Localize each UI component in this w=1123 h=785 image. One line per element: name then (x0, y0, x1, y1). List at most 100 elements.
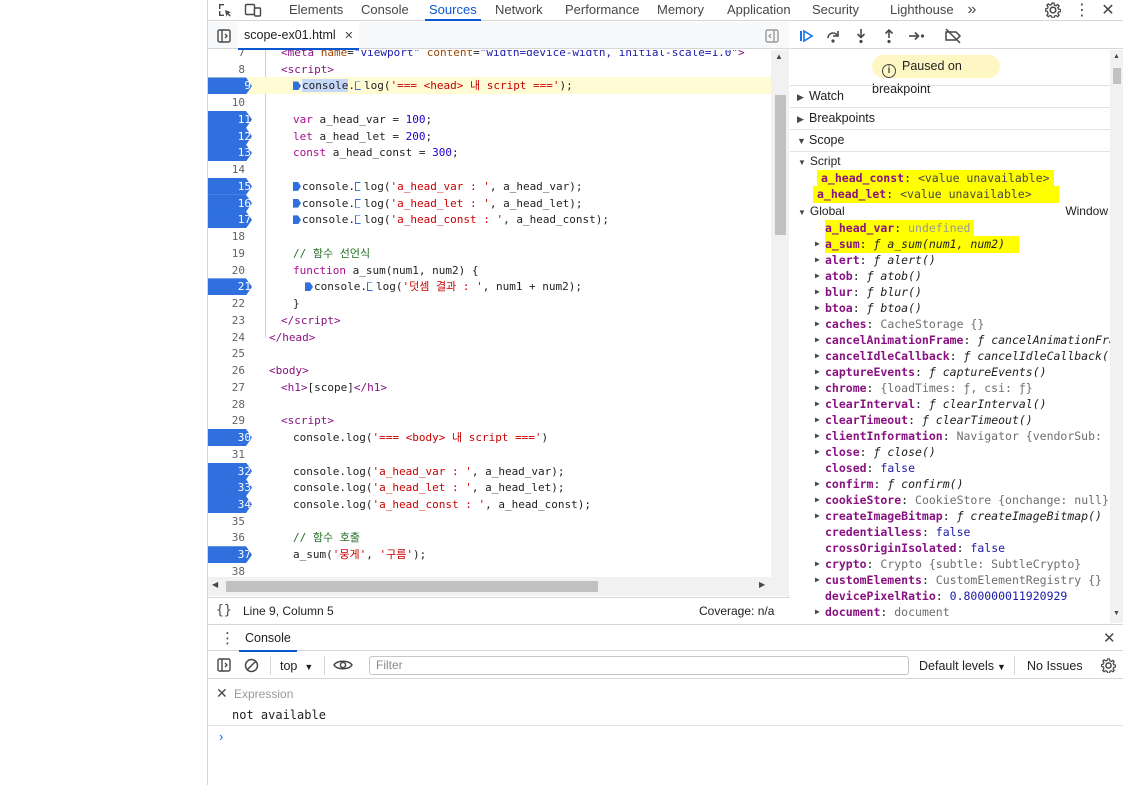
file-tab[interactable]: scope-ex01.html ✕ (238, 22, 360, 50)
code-line[interactable]: 10 (208, 94, 771, 111)
breakpoint-marker[interactable]: 15 (208, 177, 252, 195)
scroll-up-arrow-icon[interactable]: ▲ (1113, 53, 1120, 60)
more-tabs-icon[interactable]: » (963, 1, 981, 19)
breakpoint-marker[interactable]: 32 (208, 462, 252, 480)
breakpoint-marker[interactable]: 37 (208, 546, 252, 564)
context-selector[interactable]: top ▼ (280, 657, 313, 675)
issues-counter[interactable]: No Issues (1027, 657, 1083, 675)
toggle-navigator-icon[interactable] (216, 28, 232, 44)
line-number[interactable]: 14 (208, 161, 246, 178)
code-line[interactable]: 15 console. log('a_head_var : ', a_head_va… (208, 177, 771, 195)
tab-console[interactable]: Console (361, 1, 409, 20)
close-drawer-icon[interactable]: ✕ (1103, 629, 1116, 647)
chevron-right-icon[interactable]: ▶ (815, 476, 820, 492)
console-sidebar-icon[interactable] (216, 657, 232, 673)
chevron-right-icon[interactable]: ▶ (815, 316, 820, 332)
inspect-element-icon[interactable] (216, 2, 234, 18)
editor-horizontal-scroll-thumb[interactable] (226, 581, 598, 592)
code-line[interactable]: 29 <script> (208, 412, 771, 429)
step-over-icon[interactable] (823, 26, 843, 46)
chevron-right-icon[interactable]: ▶ (815, 572, 820, 588)
scope-variable-close[interactable]: ▶ close: ƒ close() (815, 444, 936, 460)
code-line[interactable]: 7 <meta name="viewport" content="width=de… (208, 50, 771, 61)
tab-performance[interactable]: Performance (565, 1, 639, 20)
line-number[interactable]: 31 (208, 446, 246, 463)
console-settings-gear-icon[interactable] (1100, 657, 1116, 673)
scope-variable-closed[interactable]: closed: false (825, 460, 915, 476)
chevron-right-icon[interactable]: ▶ (815, 236, 820, 252)
tab-memory[interactable]: Memory (657, 1, 704, 20)
code-line[interactable]: 24 </head> (208, 329, 771, 346)
chevron-right-icon[interactable]: ▶ (815, 604, 820, 620)
code-line[interactable]: 37 a_sum('뭉게', '구름'); (208, 546, 771, 564)
console-drawer-tab[interactable]: Console (239, 625, 297, 652)
code-line[interactable]: 34 console.log('a_head_const : ', a_head_… (208, 495, 771, 513)
device-toolbar-icon[interactable] (244, 2, 262, 18)
line-number[interactable]: 23 (208, 312, 246, 329)
tab-application[interactable]: Application (727, 1, 791, 20)
scope-variable-btoa[interactable]: ▶ btoa: ƒ btoa() (815, 300, 922, 316)
code-line[interactable]: 31 (208, 446, 771, 463)
scope-variable-a_head_let[interactable]: a_head_let: <value unavailable> (813, 186, 1059, 203)
chevron-right-icon[interactable]: ▶ (815, 252, 820, 268)
sidebar-scrollbar[interactable]: ▲ ▼ (1110, 50, 1123, 623)
scope-variable-cancelIdleCallback[interactable]: ▶ cancelIdleCallback: ƒ cancelIdleCallbac… (815, 348, 1109, 364)
chevron-right-icon[interactable]: ▶ (815, 300, 820, 316)
settings-gear-icon[interactable] (1044, 1, 1062, 19)
code-line[interactable]: 12 let a_head_let = 200; (208, 127, 771, 145)
code-line[interactable]: 27 <h1>[scope]</h1> (208, 379, 771, 396)
remove-expression-icon[interactable]: ✕ (216, 685, 228, 702)
scroll-down-arrow-icon[interactable]: ▼ (1113, 610, 1120, 617)
line-number[interactable]: 24 (208, 329, 246, 346)
chevron-right-icon[interactable]: ▶ (815, 412, 820, 428)
code-line[interactable]: 8 <script> (208, 61, 771, 78)
pretty-print-icon[interactable]: {} (216, 603, 232, 618)
code-line[interactable]: 13 const a_head_const = 300; (208, 144, 771, 162)
scope-variable-caches[interactable]: ▶ caches: CacheStorage {} (815, 316, 984, 332)
breakpoints-section-header[interactable]: ▶ Breakpoints (797, 109, 875, 127)
line-number[interactable]: 29 (208, 412, 246, 429)
scope-variable-clientInformation[interactable]: ▶ clientInformation: Navigator {vendorSub… (815, 428, 1123, 444)
tab-elements[interactable]: Elements (289, 1, 343, 20)
code-line[interactable]: 25 (208, 345, 771, 362)
code-line[interactable]: 18 (208, 228, 771, 245)
code-line[interactable]: 26 <body> (208, 362, 771, 379)
chevron-right-icon[interactable]: ▶ (815, 428, 820, 444)
chevron-right-icon[interactable]: ▶ (815, 364, 820, 380)
scope-variable-atob[interactable]: ▶ atob: ƒ atob() (815, 268, 922, 284)
code-line[interactable]: 22} (208, 295, 771, 312)
scope-variable-clearInterval[interactable]: ▶ clearInterval: ƒ clearInterval() (815, 396, 1047, 412)
tab-network[interactable]: Network (495, 1, 543, 20)
toggle-debugger-sidebar-icon[interactable] (764, 28, 780, 44)
scroll-up-arrow-icon[interactable]: ▲ (775, 52, 783, 61)
resume-icon[interactable] (796, 26, 816, 46)
watch-section-header[interactable]: ▶ Watch (797, 87, 844, 105)
scope-variable-clearTimeout[interactable]: ▶ clearTimeout: ƒ clearTimeout() (815, 412, 1033, 428)
scope-variable-document[interactable]: ▶ document: document (815, 604, 950, 620)
editor-vertical-scrollbar[interactable]: ▲ (771, 50, 789, 596)
line-number[interactable]: 10 (208, 94, 246, 111)
breakpoint-marker[interactable]: 13 (208, 144, 252, 162)
scope-variable-cookieStore[interactable]: ▶ cookieStore: CookieStore {onchange: nul… (815, 492, 1109, 508)
scope-variable-confirm[interactable]: ▶ confirm: ƒ confirm() (815, 476, 964, 492)
tab-security[interactable]: Security (812, 1, 859, 20)
step-out-icon[interactable] (879, 26, 899, 46)
editor-horizontal-scrollbar[interactable]: ◀ ▶ (208, 577, 771, 596)
line-number[interactable]: 25 (208, 345, 246, 362)
code-line[interactable]: 14 (208, 161, 771, 178)
chevron-right-icon[interactable]: ▶ (815, 348, 820, 364)
scope-variable-chrome[interactable]: ▶ chrome: {loadTimes: ƒ, csi: ƒ} (815, 380, 1033, 396)
live-expression-eye-icon[interactable] (333, 657, 353, 673)
code-line[interactable]: 19 // 함수 선언식 (208, 245, 771, 262)
code-line[interactable]: 20 function a_sum(num1, num2) { (208, 262, 771, 279)
scope-variable-crossOriginIsolated[interactable]: crossOriginIsolated: false (825, 540, 1005, 556)
code-line[interactable]: 35 (208, 513, 771, 530)
scope-variable-a_head_const[interactable]: a_head_const: <value unavailable> (817, 170, 1054, 187)
scroll-right-arrow-icon[interactable]: ▶ (759, 580, 765, 589)
breakpoint-marker[interactable]: 34 (208, 495, 252, 513)
global-scope-header[interactable]: ▼ Global Window (798, 203, 1110, 219)
tab-sources[interactable]: Sources (425, 1, 481, 21)
chevron-right-icon[interactable]: ▶ (815, 492, 820, 508)
scope-variable-cancelAnimationFrame[interactable]: ▶ cancelAnimationFrame: ƒ cancelAnimation… (815, 332, 1123, 348)
close-devtools-icon[interactable]: ✕ (1099, 1, 1117, 19)
